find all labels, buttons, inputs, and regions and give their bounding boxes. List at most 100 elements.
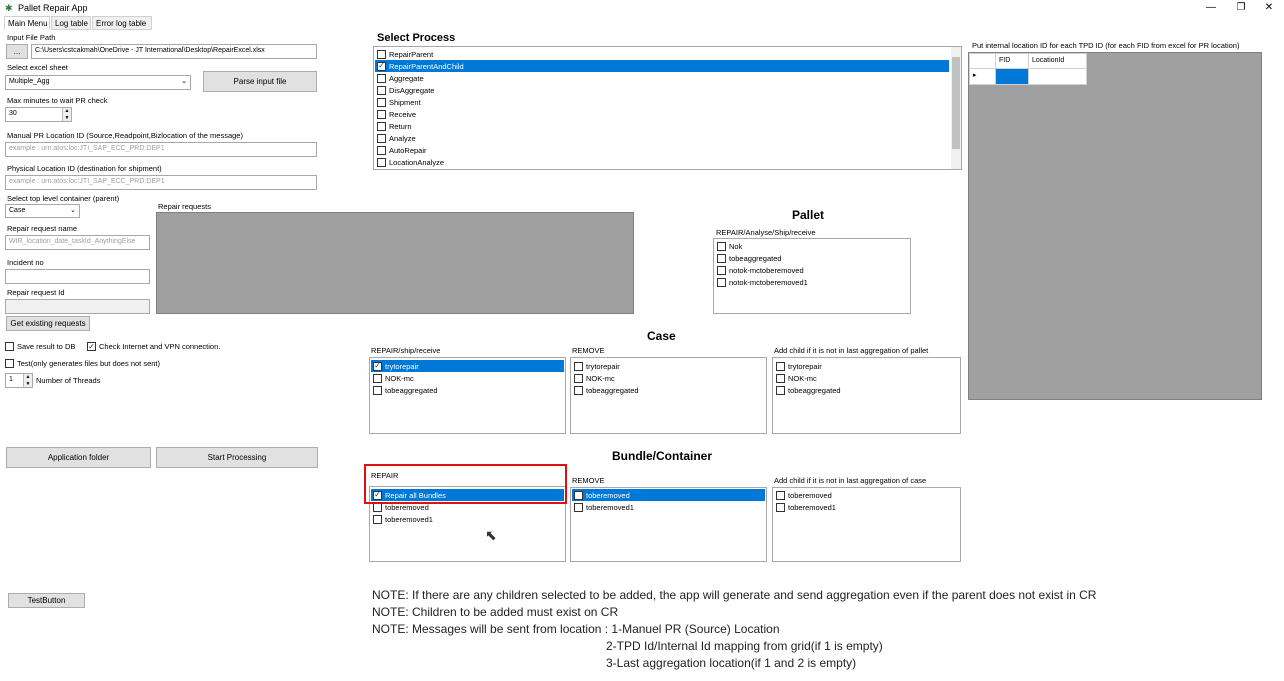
- spin-down-icon[interactable]: ▼: [23, 380, 32, 387]
- list-item[interactable]: ✓ RepairParentAndChild: [375, 60, 949, 72]
- application-folder-button[interactable]: Application folder: [6, 447, 151, 468]
- tab-log-table[interactable]: Log table: [51, 16, 91, 30]
- list-item[interactable]: notok-mctoberemoved1: [715, 276, 909, 288]
- list-item[interactable]: toberemoved1: [371, 513, 564, 525]
- list-item[interactable]: tobeaggregated: [715, 252, 909, 264]
- threads-stepper[interactable]: 1 ▲ ▼: [5, 373, 33, 388]
- browse-button[interactable]: ...: [6, 44, 28, 59]
- checkbox-icon[interactable]: [377, 133, 386, 143]
- grid-header-fid[interactable]: FID: [995, 53, 1029, 69]
- get-existing-requests-button[interactable]: Get existing requests: [6, 316, 90, 331]
- close-icon[interactable]: ✕: [1254, 0, 1284, 16]
- list-item[interactable]: toberemoved: [572, 489, 765, 501]
- list-item[interactable]: notok-mctoberemoved: [715, 264, 909, 276]
- checkbox-icon[interactable]: [776, 361, 785, 371]
- start-processing-button[interactable]: Start Processing: [156, 447, 318, 468]
- checkbox-icon[interactable]: [377, 145, 386, 155]
- minimize-icon[interactable]: —: [1196, 0, 1226, 16]
- grid-cell-location[interactable]: [1028, 68, 1087, 85]
- list-item[interactable]: trytorepair: [774, 360, 959, 372]
- top-container-select[interactable]: Case ⌄: [5, 204, 80, 218]
- checkbox-icon[interactable]: [373, 514, 382, 524]
- list-item[interactable]: tobeaggregated: [371, 384, 564, 396]
- pallet-list[interactable]: Nok tobeaggregated notok-mctoberemoved noto…: [713, 238, 911, 314]
- list-item[interactable]: Shipment: [375, 96, 949, 108]
- checkbox-icon[interactable]: [776, 502, 785, 512]
- checkbox-icon[interactable]: [717, 277, 726, 287]
- list-item[interactable]: ✓ trytorepair: [371, 360, 564, 372]
- checkbox-icon[interactable]: [717, 265, 726, 275]
- scrollbar[interactable]: [951, 47, 961, 169]
- tab-error-log-table[interactable]: Error log table: [92, 16, 152, 30]
- grid-row-header[interactable]: ▸: [969, 68, 996, 85]
- list-item[interactable]: tobeaggregated: [774, 384, 959, 396]
- spin-down-icon[interactable]: ▼: [62, 114, 71, 121]
- checkbox-icon[interactable]: [377, 157, 386, 167]
- save-db-checkbox[interactable]: Save result to DB: [5, 342, 75, 351]
- list-item[interactable]: toberemoved: [774, 489, 959, 501]
- case-add-child-list[interactable]: trytorepair NOK-mc tobeaggregated: [772, 357, 961, 434]
- list-item[interactable]: toberemoved1: [572, 501, 765, 513]
- grid-header-location[interactable]: LocationId: [1028, 53, 1087, 69]
- checkbox-icon[interactable]: [717, 253, 726, 263]
- process-list[interactable]: RepairParent ✓ RepairParentAndChild Aggrega…: [373, 46, 962, 170]
- list-item[interactable]: Analyze: [375, 132, 949, 144]
- input-file-field[interactable]: C:\Users\cstcakmah\OneDrive - JT Interna…: [31, 44, 317, 59]
- test-button[interactable]: TestButton: [8, 593, 85, 608]
- checkbox-icon[interactable]: [776, 385, 785, 395]
- checkbox-icon[interactable]: [574, 490, 583, 500]
- list-item[interactable]: Aggregate: [375, 72, 949, 84]
- highlight-box: [364, 464, 567, 504]
- sheet-select[interactable]: Multiple_Agg ⌄: [5, 75, 191, 90]
- list-item[interactable]: RepairParent: [375, 48, 949, 60]
- max-minutes-stepper[interactable]: 30 ▲ ▼: [5, 107, 72, 122]
- list-item[interactable]: LocationAnalyze: [375, 156, 949, 168]
- list-item[interactable]: AutoRepair: [375, 144, 949, 156]
- checkbox-icon[interactable]: [574, 373, 583, 383]
- checkbox-icon[interactable]: [377, 85, 386, 95]
- checkbox-icon[interactable]: [377, 73, 386, 83]
- incident-input[interactable]: [5, 269, 150, 284]
- checkbox-icon[interactable]: [574, 502, 583, 512]
- checkbox-icon[interactable]: [717, 241, 726, 251]
- grid-cell-fid[interactable]: [995, 68, 1029, 85]
- repair-requests-list[interactable]: [156, 212, 634, 314]
- checkbox-icon[interactable]: [574, 361, 583, 371]
- parse-input-button[interactable]: Parse input file: [203, 71, 317, 92]
- checkbox-icon[interactable]: [377, 109, 386, 119]
- checkbox-icon[interactable]: [377, 97, 386, 107]
- case-remove-list[interactable]: trytorepair NOK-mc tobeaggregated: [570, 357, 767, 434]
- location-grid[interactable]: FID LocationId ▸: [968, 52, 1262, 400]
- checkbox-icon[interactable]: [373, 373, 382, 383]
- list-item[interactable]: NOK-mc: [572, 372, 765, 384]
- list-item[interactable]: tobeaggregated: [572, 384, 765, 396]
- list-item[interactable]: DisAggregate: [375, 84, 949, 96]
- list-item[interactable]: NOK-mc: [774, 372, 959, 384]
- physical-location-input[interactable]: example : urn:atos:loc:JTI_SAP_ECC_PRD:D…: [5, 175, 317, 190]
- list-item[interactable]: toberemoved1: [774, 501, 959, 513]
- checkbox-icon[interactable]: [377, 49, 386, 59]
- list-item[interactable]: NOK-mc: [371, 372, 564, 384]
- tab-main-menu[interactable]: Main Menu: [4, 16, 50, 30]
- checkbox-icon[interactable]: [377, 121, 386, 131]
- manual-pr-input[interactable]: example : urn:atos:loc:JTI_SAP_ECC_PRD:D…: [5, 142, 317, 157]
- scrollbar-thumb[interactable]: [952, 57, 960, 149]
- case-repair-list[interactable]: ✓ trytorepair NOK-mc tobeaggregated: [369, 357, 566, 434]
- test-checkbox[interactable]: Test(only generates files but does not s…: [5, 359, 160, 368]
- list-item[interactable]: Return: [375, 120, 949, 132]
- checkmark-icon[interactable]: ✓: [377, 61, 386, 71]
- list-item[interactable]: Receive: [375, 108, 949, 120]
- checkbox-icon[interactable]: [776, 490, 785, 500]
- repair-id-input[interactable]: [5, 299, 150, 314]
- checkmark-icon[interactable]: ✓: [373, 361, 382, 371]
- check-internet-checkbox[interactable]: ✓ Check Internet and VPN connection.: [87, 342, 220, 351]
- list-item[interactable]: trytorepair: [572, 360, 765, 372]
- checkbox-icon[interactable]: [373, 385, 382, 395]
- list-item[interactable]: Nok: [715, 240, 909, 252]
- checkbox-icon[interactable]: [776, 373, 785, 383]
- bundle-remove-list[interactable]: toberemoved toberemoved1: [570, 487, 767, 562]
- bundle-add-child-list[interactable]: toberemoved toberemoved1: [772, 487, 961, 562]
- restore-icon[interactable]: ❐: [1226, 0, 1256, 16]
- repair-name-input[interactable]: WIR_location_date_taskId_AnythingElse: [5, 235, 150, 250]
- checkbox-icon[interactable]: [574, 385, 583, 395]
